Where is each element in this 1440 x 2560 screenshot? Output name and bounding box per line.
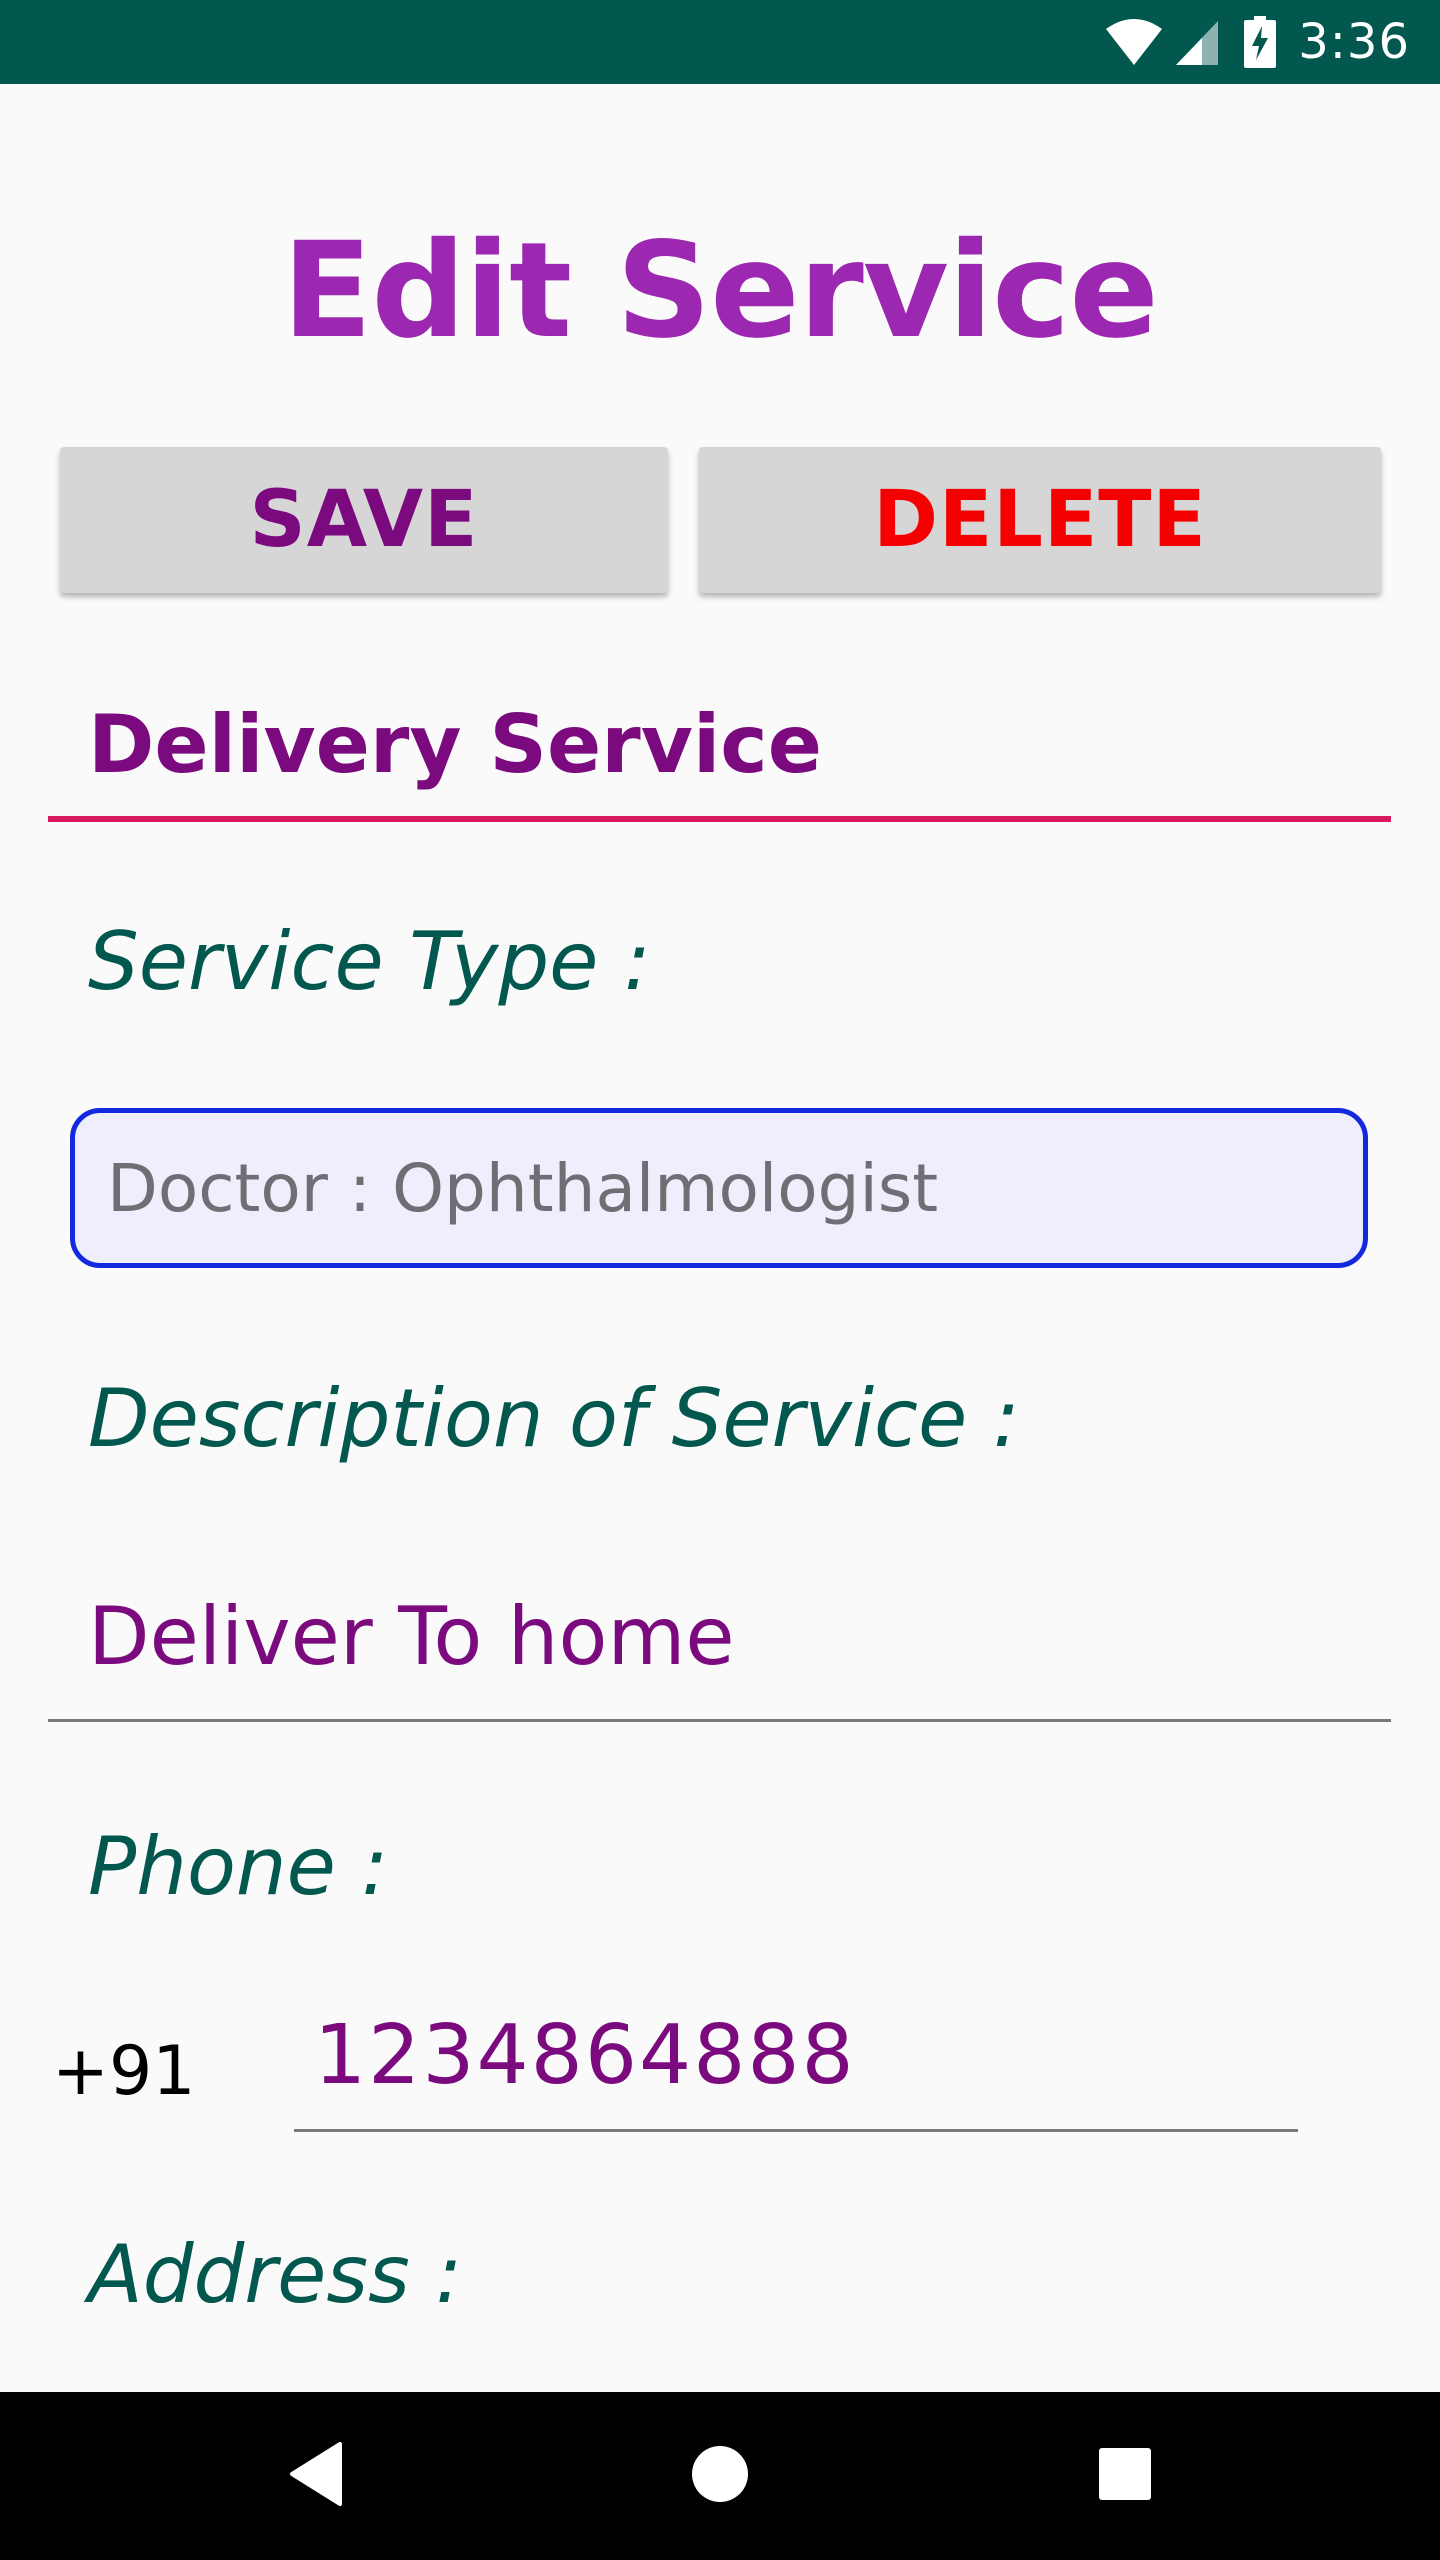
navigation-bar [0, 2392, 1440, 2560]
home-icon [690, 2444, 750, 2509]
save-button[interactable]: SAVE [60, 447, 668, 593]
address-label: Address : [88, 2228, 463, 2321]
service-name-value: Delivery Service [88, 698, 822, 791]
status-time: 3:36 [1298, 14, 1410, 70]
home-button[interactable] [640, 2392, 800, 2560]
description-label: Description of Service : [88, 1372, 1020, 1465]
service-type-field[interactable]: Doctor : Ophthalmologist [70, 1108, 1368, 1268]
cellular-signal-icon [1172, 17, 1222, 67]
recents-button[interactable] [1045, 2392, 1205, 2560]
phone-country-code: +91 [52, 2032, 196, 2111]
back-button[interactable] [236, 2392, 396, 2560]
service-type-label: Service Type : [88, 915, 651, 1008]
service-type-value: Doctor : Ophthalmologist [107, 1149, 939, 1227]
back-icon [288, 2441, 344, 2511]
service-name-field[interactable]: Delivery Service [48, 680, 1391, 822]
phone-label: Phone : [88, 1820, 389, 1913]
recents-icon [1098, 2447, 1152, 2506]
description-value: Deliver To home [88, 1590, 735, 1683]
page-title: Edit Service [282, 214, 1159, 368]
wifi-icon [1104, 17, 1164, 67]
phone-value: 1234864888 [314, 2008, 856, 2103]
battery-charging-icon [1244, 16, 1277, 68]
status-bar: 3:36 [0, 0, 1440, 84]
status-icons: 3:36 [1104, 0, 1410, 84]
description-field[interactable]: Deliver To home [48, 1570, 1391, 1722]
delete-button[interactable]: DELETE [699, 447, 1381, 593]
phone-field[interactable]: 1234864888 [294, 1990, 1298, 2132]
